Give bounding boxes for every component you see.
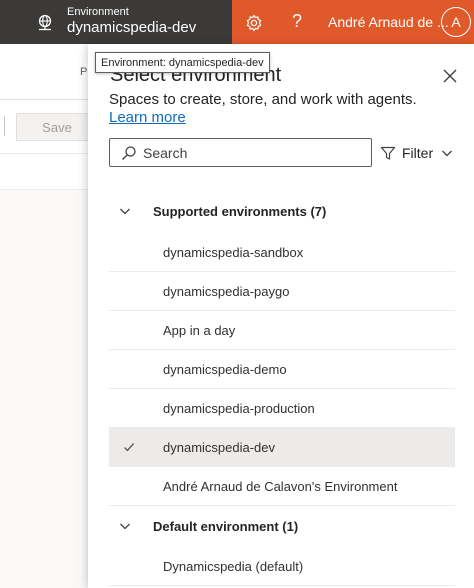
save-button: Save: [16, 113, 98, 141]
list-item[interactable]: dynamicspedia-production: [109, 389, 455, 428]
list-item[interactable]: Dynamicspedia (default): [109, 547, 455, 586]
gear-icon[interactable]: [245, 14, 263, 32]
top-bar: Environment dynamicspedia-dev ? André Ar…: [0, 0, 474, 44]
list-item-label: dynamicspedia-demo: [163, 361, 287, 377]
group-label: Default environment (1): [153, 518, 299, 534]
list-item[interactable]: André Arnaud de Calavon's Environment: [109, 467, 455, 506]
list-item[interactable]: dynamicspedia-sandbox: [109, 233, 455, 272]
environment-tooltip: Environment: dynamicspedia-dev: [95, 52, 270, 73]
checkmark-icon: [124, 443, 134, 452]
panel-description: Spaces to create, store, and work with a…: [109, 91, 417, 108]
filter-label: Filter: [402, 145, 434, 161]
search-box[interactable]: [109, 138, 372, 167]
learn-more-link[interactable]: Learn more: [109, 109, 186, 126]
background-partial-text: P: [80, 66, 88, 78]
help-icon[interactable]: ?: [288, 11, 306, 33]
list-item-label: App in a day: [163, 322, 236, 338]
list-item-label: André Arnaud de Calavon's Environment: [163, 478, 398, 494]
chevron-down-icon: [120, 208, 130, 215]
list-item[interactable]: dynamicspedia-paygo: [109, 272, 455, 311]
list-item-label: dynamicspedia-sandbox: [163, 244, 304, 260]
filter-button[interactable]: Filter: [380, 142, 453, 164]
default-environments-list: Dynamicspedia (default): [109, 547, 455, 586]
search-icon: [122, 145, 136, 160]
list-item[interactable]: dynamicspedia-demo: [109, 350, 455, 389]
group-header-default[interactable]: Default environment (1): [109, 511, 455, 541]
close-icon[interactable]: [440, 66, 460, 86]
list-item-selected[interactable]: dynamicspedia-dev: [109, 428, 455, 467]
environment-label: Environment: [67, 6, 129, 18]
avatar[interactable]: A: [441, 7, 471, 37]
environment-name: dynamicspedia-dev: [67, 19, 197, 36]
globe-icon: [38, 14, 52, 31]
list-item[interactable]: App in a day: [109, 311, 455, 350]
search-input[interactable]: [143, 144, 363, 161]
environment-switcher[interactable]: Environment dynamicspedia-dev: [0, 0, 232, 44]
filter-icon: [380, 146, 396, 160]
select-environment-panel: Select environment Spaces to create, sto…: [88, 44, 474, 588]
list-item-label: dynamicspedia-dev: [163, 439, 276, 455]
group-header-supported[interactable]: Supported environments (7): [109, 196, 455, 226]
list-item-label: dynamicspedia-production: [163, 400, 315, 416]
group-label: Supported environments (7): [153, 203, 327, 219]
chevron-down-icon: [120, 523, 130, 530]
supported-environments-list: dynamicspedia-sandbox dynamicspedia-payg…: [109, 233, 455, 506]
list-item-label: Dynamicspedia (default): [163, 558, 304, 574]
toolbar-divider: [4, 116, 5, 136]
list-item-label: dynamicspedia-paygo: [163, 283, 290, 299]
chevron-down-icon: [442, 150, 453, 157]
user-name[interactable]: André Arnaud de ...: [328, 14, 449, 30]
